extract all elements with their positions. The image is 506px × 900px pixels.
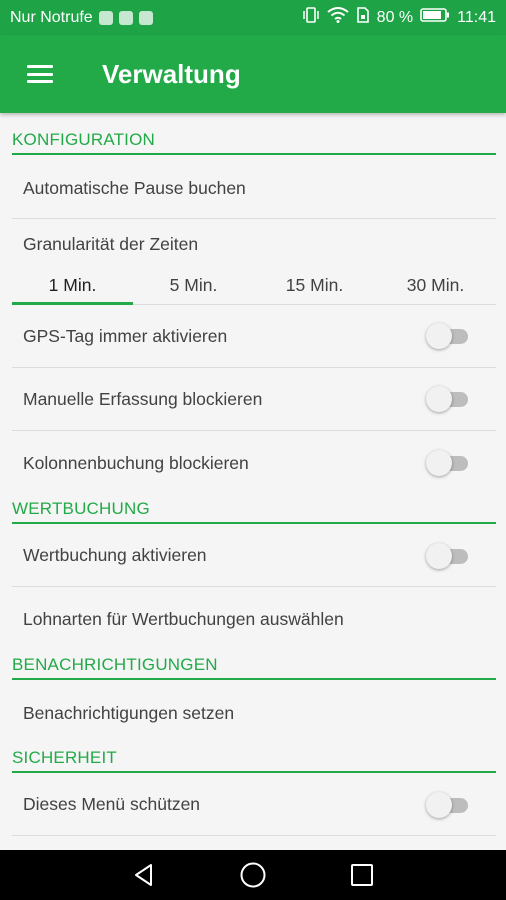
hamburger-menu-icon [27,65,53,83]
wifi-icon [327,7,349,28]
app-bar: Verwaltung [0,35,506,113]
gps-tag-item[interactable]: GPS-Tag immer aktivieren [12,305,496,368]
notifications-label: Benachrichtigungen setzen [23,702,235,723]
menu-button[interactable] [0,35,80,113]
protect-menu-toggle[interactable] [426,791,470,818]
tab-15-min[interactable]: 15 Min. [254,269,375,304]
auto-pause-label: Automatische Pause buchen [23,177,246,198]
navigation-bar [0,850,506,900]
value-booking-toggle[interactable] [426,542,470,569]
wage-types-item[interactable]: Lohnarten für Wertbuchungen auswählen [12,587,496,651]
app-notification-icon [138,10,153,25]
column-booking-label: Kolonnenbuchung blockieren [23,452,249,473]
wage-types-label: Lohnarten für Wertbuchungen auswählen [23,608,344,629]
battery-percent: 80 % [376,8,414,26]
page-title: Verwaltung [102,58,241,89]
image-notification-icon [118,10,133,25]
granularity-tabs: 1 Min. 5 Min. 15 Min. 30 Min. [12,269,496,305]
recents-button[interactable] [342,855,382,895]
tab-1-min[interactable]: 1 Min. [12,269,133,305]
sim-icon [356,7,370,28]
granularity-label: Granularität der Zeiten [23,233,199,254]
recents-icon [350,864,373,886]
gps-tag-label: GPS-Tag immer aktivieren [23,325,228,346]
back-button[interactable] [124,855,164,895]
notification-icon [98,10,113,25]
section-header-benachrichtigungen: BENACHRICHTIGUNGEN [12,655,496,680]
battery-icon [420,7,450,28]
vibrate-icon [302,7,320,28]
value-booking-item[interactable]: Wertbuchung aktivieren [12,525,496,587]
clock: 11:41 [457,8,496,26]
section-header-sicherheit: SICHERHEIT [12,748,496,773]
manual-entry-item[interactable]: Manuelle Erfassung blockieren [12,368,496,431]
status-bar: Nur Notrufe 80 % 11:41 [0,0,506,35]
value-booking-label: Wertbuchung aktivieren [23,545,207,565]
settings-list[interactable]: KONFIGURATION Automatische Pause buchen … [0,113,506,850]
column-booking-toggle[interactable] [426,450,470,476]
home-icon [240,862,266,888]
gps-tag-toggle[interactable] [426,323,470,349]
notifications-item[interactable]: Benachrichtigungen setzen [12,681,496,745]
tab-30-min[interactable]: 30 Min. [375,269,496,304]
tab-5-min[interactable]: 5 Min. [133,269,254,304]
manual-entry-label: Manuelle Erfassung blockieren [23,388,263,409]
back-icon [135,864,153,886]
column-booking-item[interactable]: Kolonnenbuchung blockieren [12,431,496,495]
manual-entry-toggle[interactable] [426,386,470,412]
protect-menu-item[interactable]: Dieses Menü schützen [12,774,496,836]
protect-menu-label: Dieses Menü schützen [23,794,201,814]
auto-pause-item[interactable]: Automatische Pause buchen [12,158,496,219]
home-button[interactable] [233,855,273,895]
section-header-konfiguration: KONFIGURATION [12,130,496,155]
granularity-item: Granularität der Zeiten [12,219,496,269]
carrier-text: Nur Notrufe [10,8,93,26]
section-header-wertbuchung: WERTBUCHUNG [12,499,496,524]
